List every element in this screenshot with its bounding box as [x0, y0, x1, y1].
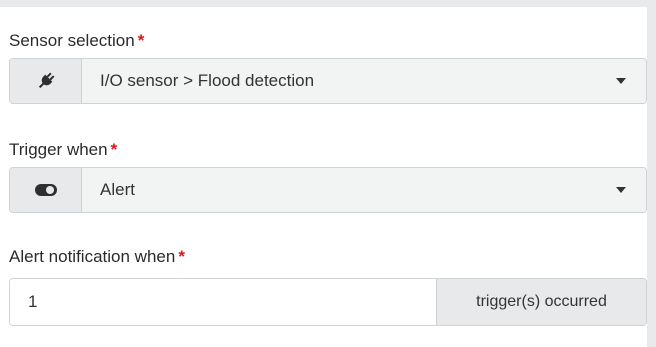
trigger-when-label: Trigger when * [9, 140, 117, 160]
toggle-icon [34, 183, 58, 197]
plug-icon [36, 71, 56, 91]
alert-notification-label: Alert notification when * [9, 247, 185, 267]
trigger-when-select[interactable]: Alert [82, 168, 646, 212]
sensor-type-addon [10, 59, 82, 103]
trigger-count-input[interactable] [10, 279, 436, 325]
required-marker: * [110, 140, 118, 159]
sensor-selection-label: Sensor selection * [9, 31, 144, 51]
alert-notification-label-text: Alert notification when [9, 247, 176, 266]
trigger-type-addon [10, 168, 82, 212]
trigger-when-dropdown[interactable]: Alert [9, 167, 647, 213]
sensor-selection-label-text: Sensor selection [9, 31, 135, 50]
sensor-selection-dropdown[interactable]: I/O sensor > Flood detection [9, 58, 647, 104]
sensor-form-panel: Sensor selection * I/O sensor > Flood det… [0, 7, 647, 347]
required-marker: * [178, 247, 185, 266]
chevron-down-icon[interactable] [616, 78, 626, 84]
trigger-when-label-text: Trigger when [9, 140, 108, 159]
sensor-selection-select[interactable]: I/O sensor > Flood detection [82, 59, 646, 103]
trigger-when-value: Alert [100, 180, 135, 199]
sensor-selection-value: I/O sensor > Flood detection [100, 71, 315, 90]
alert-notification-group: trigger(s) occurred [9, 278, 647, 326]
required-marker: * [137, 31, 145, 50]
trigger-count-suffix: trigger(s) occurred [436, 279, 646, 325]
chevron-down-icon[interactable] [616, 187, 626, 193]
